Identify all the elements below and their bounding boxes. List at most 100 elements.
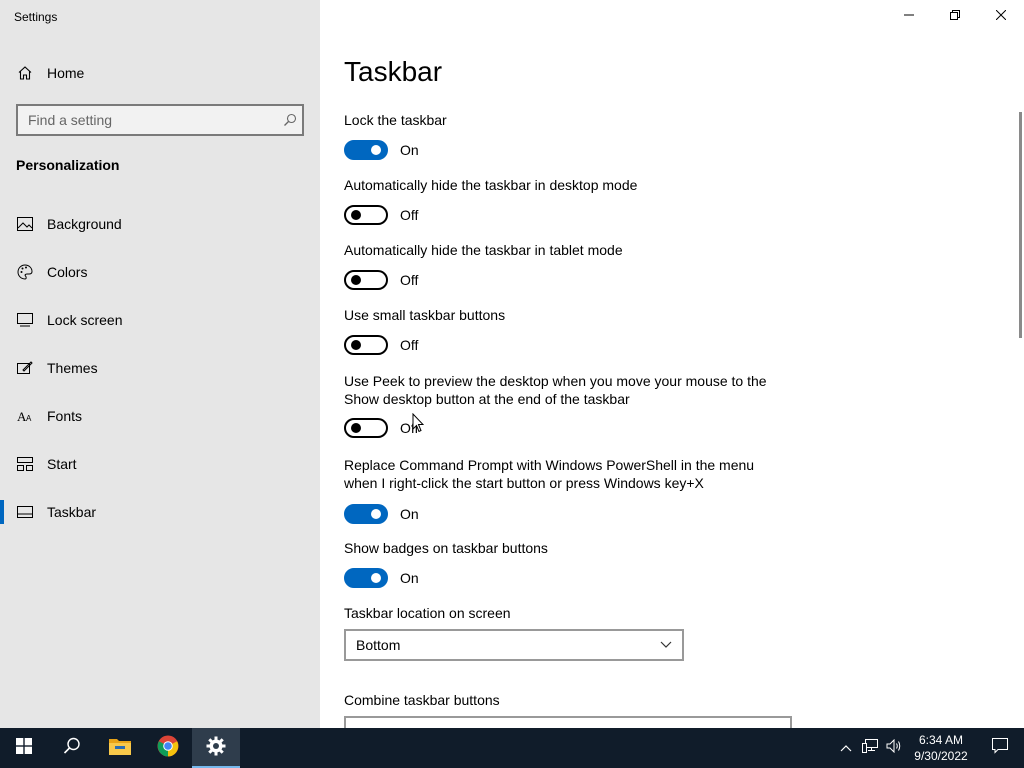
setting-label: Use small taskbar buttons <box>344 307 506 323</box>
close-button[interactable] <box>978 0 1024 32</box>
sidebar-item-themes[interactable]: Themes <box>0 344 320 392</box>
clock-time: 6:34 AM <box>918 733 964 747</box>
window-controls <box>886 0 1024 32</box>
system-tray: 6:34 AM 9/30/2022 <box>834 728 1024 768</box>
page-title: Taskbar <box>344 56 443 87</box>
action-center-button[interactable] <box>976 728 1024 768</box>
taskbar-settings[interactable] <box>192 728 240 768</box>
volume-button[interactable] <box>882 728 906 768</box>
network-icon <box>862 738 878 758</box>
restore-button[interactable] <box>932 0 978 32</box>
toggle-switch[interactable] <box>344 205 388 225</box>
taskbar-icon <box>16 503 34 521</box>
setting-label: Replace Command Prompt with Windows Powe… <box>344 457 755 491</box>
minimize-button[interactable] <box>886 0 932 32</box>
sidebar-item-label: Colors <box>47 264 88 280</box>
autohide-tablet-toggle[interactable]: Off <box>344 270 784 290</box>
sidebar-item-label: Fonts <box>47 408 83 424</box>
setting-badges: Show badges on taskbar buttons On <box>344 539 784 588</box>
toggle-state: On <box>400 570 419 586</box>
lock-screen-icon <box>16 311 34 329</box>
taskbar-clock[interactable]: 6:34 AM 9/30/2022 <box>906 732 976 764</box>
setting-label: Automatically hide the taskbar in tablet… <box>344 242 623 258</box>
taskbar-search-button[interactable] <box>48 728 96 768</box>
start-icon <box>16 455 34 473</box>
toggle-switch[interactable] <box>344 140 388 160</box>
badges-toggle[interactable]: On <box>344 568 784 588</box>
settings-icon <box>206 736 226 761</box>
home-icon <box>16 64 34 82</box>
setting-lock-taskbar: Lock the taskbar On <box>344 111 784 160</box>
sidebar-item-colors[interactable]: Colors <box>0 248 320 296</box>
toggle-knob <box>351 423 361 433</box>
autohide-desktop-toggle[interactable]: Off <box>344 205 784 225</box>
setting-autohide-desktop: Automatically hide the taskbar in deskto… <box>344 176 784 225</box>
minimize-icon <box>904 7 914 25</box>
sidebar-item-fonts[interactable]: AA Fonts <box>0 392 320 440</box>
toggle-switch[interactable] <box>344 270 388 290</box>
taskbar-chrome[interactable] <box>144 728 192 768</box>
sidebar-item-lock-screen[interactable]: Lock screen <box>0 296 320 344</box>
file-explorer-icon <box>109 737 131 760</box>
combine-dropdown[interactable] <box>344 716 792 728</box>
sidebar-item-taskbar[interactable]: Taskbar <box>0 488 320 536</box>
palette-icon <box>16 263 34 281</box>
lock-taskbar-toggle[interactable]: On <box>344 140 784 160</box>
setting-autohide-tablet: Automatically hide the taskbar in tablet… <box>344 241 784 290</box>
toggle-state: Off <box>400 272 419 288</box>
home-link[interactable]: Home <box>16 62 84 84</box>
svg-text:A: A <box>26 414 32 423</box>
toggle-knob <box>351 340 361 350</box>
setting-peek: Use Peek to preview the desktop when you… <box>344 372 784 438</box>
setting-label: Taskbar location on screen <box>344 605 511 621</box>
toggle-switch[interactable] <box>344 335 388 355</box>
sidebar: Settings Home Personalization Background… <box>0 0 320 728</box>
show-hidden-icons-button[interactable] <box>834 728 858 768</box>
small-buttons-toggle[interactable]: Off <box>344 335 784 355</box>
powershell-toggle[interactable]: On <box>344 504 784 524</box>
toggle-knob <box>371 145 381 155</box>
taskbar-file-explorer[interactable] <box>96 728 144 768</box>
toggle-switch[interactable] <box>344 418 388 438</box>
network-button[interactable] <box>858 728 882 768</box>
toggle-knob <box>371 573 381 583</box>
dropdown-value: Bottom <box>356 637 401 653</box>
setting-label: Combine taskbar buttons <box>344 692 500 708</box>
main-content: Taskbar Lock the taskbar On Automaticall… <box>320 0 1024 728</box>
volume-icon <box>886 738 902 758</box>
toggle-state: Off <box>400 207 419 223</box>
image-icon <box>16 215 34 233</box>
fonts-icon: AA <box>16 407 34 425</box>
clock-date: 9/30/2022 <box>914 749 968 763</box>
scrollbar[interactable] <box>1019 112 1022 338</box>
toggle-knob <box>371 509 381 519</box>
sidebar-item-background[interactable]: Background <box>0 200 320 248</box>
mouse-cursor-icon <box>412 412 425 438</box>
windows-logo-icon <box>16 737 32 759</box>
setting-label: Use Peek to preview the desktop when you… <box>344 373 767 407</box>
sidebar-item-label: Taskbar <box>47 504 97 520</box>
search-icon[interactable] <box>278 113 302 127</box>
sidebar-item-label: Background <box>47 216 122 232</box>
section-title: Personalization <box>16 157 120 173</box>
location-dropdown[interactable]: Bottom <box>344 629 684 661</box>
sidebar-item-start[interactable]: Start <box>0 440 320 488</box>
chrome-icon <box>157 735 179 762</box>
toggle-switch[interactable] <box>344 568 388 588</box>
sidebar-item-label: Lock screen <box>47 312 123 328</box>
setting-small-buttons: Use small taskbar buttons Off <box>344 306 784 355</box>
search-input[interactable] <box>18 112 278 128</box>
chevron-up-icon <box>840 739 852 757</box>
toggle-switch[interactable] <box>344 504 388 524</box>
close-icon <box>995 7 1007 25</box>
peek-toggle[interactable]: Off <box>344 418 784 438</box>
toggle-state: On <box>400 506 419 522</box>
sidebar-item-label: Start <box>47 456 77 472</box>
sidebar-item-label: Themes <box>47 360 98 376</box>
search-icon <box>63 737 81 760</box>
search-box[interactable] <box>16 104 304 136</box>
setting-combine: Combine taskbar buttons <box>344 691 784 709</box>
start-button[interactable] <box>0 728 48 768</box>
home-label: Home <box>47 65 85 81</box>
setting-label: Lock the taskbar <box>344 112 447 128</box>
